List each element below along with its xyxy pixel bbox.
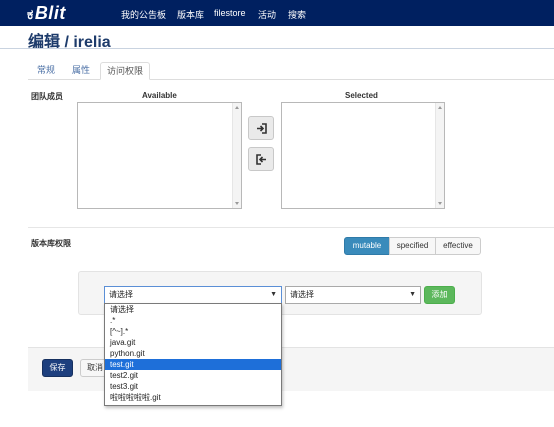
nav-item-repositories[interactable]: 版本库 <box>177 8 204 21</box>
tab-attributes[interactable]: 属性 <box>66 62 96 80</box>
save-button[interactable]: 保存 <box>42 359 73 377</box>
gitblit-logo-icon: ಕ <box>27 6 34 22</box>
dropdown-option[interactable]: .* <box>105 315 281 326</box>
sign-in-icon <box>257 123 267 134</box>
section-divider <box>28 227 554 228</box>
scroll-up-icon[interactable] <box>235 106 239 109</box>
selected-listbox[interactable] <box>281 102 445 209</box>
dropdown-option[interactable]: test3.git <box>105 381 281 392</box>
scroll-down-icon[interactable] <box>235 202 239 205</box>
mode-specified-button[interactable]: specified <box>389 237 436 255</box>
mode-mutable-button[interactable]: mutable <box>344 237 390 255</box>
dropdown-option[interactable]: java.git <box>105 337 281 348</box>
scroll-down-icon[interactable] <box>438 202 442 205</box>
scroll-up-icon[interactable] <box>438 106 442 109</box>
team-members-label: 团队成员 <box>31 92 63 101</box>
permission-select-value: 请选择 <box>290 290 314 299</box>
selected-scrollbar[interactable] <box>435 103 444 208</box>
available-listbox[interactable] <box>77 102 242 209</box>
repository-dropdown-list[interactable]: 请选择 .* [^~].* java.git python.git test.g… <box>104 303 282 406</box>
logo-text: Blit <box>34 3 66 23</box>
available-scrollbar[interactable] <box>232 103 241 208</box>
selected-header: Selected <box>345 91 378 100</box>
nav-item-activity[interactable]: 活动 <box>258 8 276 21</box>
mode-effective-button[interactable]: effective <box>435 237 481 255</box>
chevron-down-icon: ▼ <box>270 291 277 298</box>
chevron-down-icon: ▼ <box>409 291 416 298</box>
repo-permissions-label: 版本库权限 <box>31 239 71 248</box>
dropdown-option[interactable]: 啦啦啦啦啦.git <box>105 392 281 403</box>
sign-out-icon <box>256 154 266 165</box>
permission-select[interactable]: 请选择 ▼ <box>285 286 421 304</box>
top-navbar: ಕBlit 我的公告板 版本库 filestore 活动 搜索 <box>0 0 554 26</box>
dropdown-option[interactable]: test2.git <box>105 370 281 381</box>
repository-select-value: 请选择 <box>109 290 133 299</box>
nav-item-dashboard[interactable]: 我的公告板 <box>121 8 166 21</box>
nav-item-search[interactable]: 搜索 <box>288 8 306 21</box>
app-logo[interactable]: ಕBlit <box>27 3 66 24</box>
tab-access-permissions[interactable]: 访问权限 <box>100 62 151 80</box>
dropdown-option[interactable]: [^~].* <box>105 326 281 337</box>
add-permission-button[interactable]: 添加 <box>424 286 455 304</box>
nav-item-filestore[interactable]: filestore <box>214 8 246 18</box>
dropdown-option-highlighted[interactable]: test.git <box>105 359 281 370</box>
dropdown-option[interactable]: 请选择 <box>105 304 281 315</box>
title-divider <box>0 48 554 49</box>
move-left-button[interactable] <box>248 147 274 171</box>
move-right-button[interactable] <box>248 116 274 140</box>
dropdown-option[interactable]: python.git <box>105 348 281 359</box>
available-header: Available <box>142 91 177 100</box>
tab-general[interactable]: 常规 <box>31 62 61 80</box>
repository-select[interactable]: 请选择 ▼ <box>104 286 282 304</box>
